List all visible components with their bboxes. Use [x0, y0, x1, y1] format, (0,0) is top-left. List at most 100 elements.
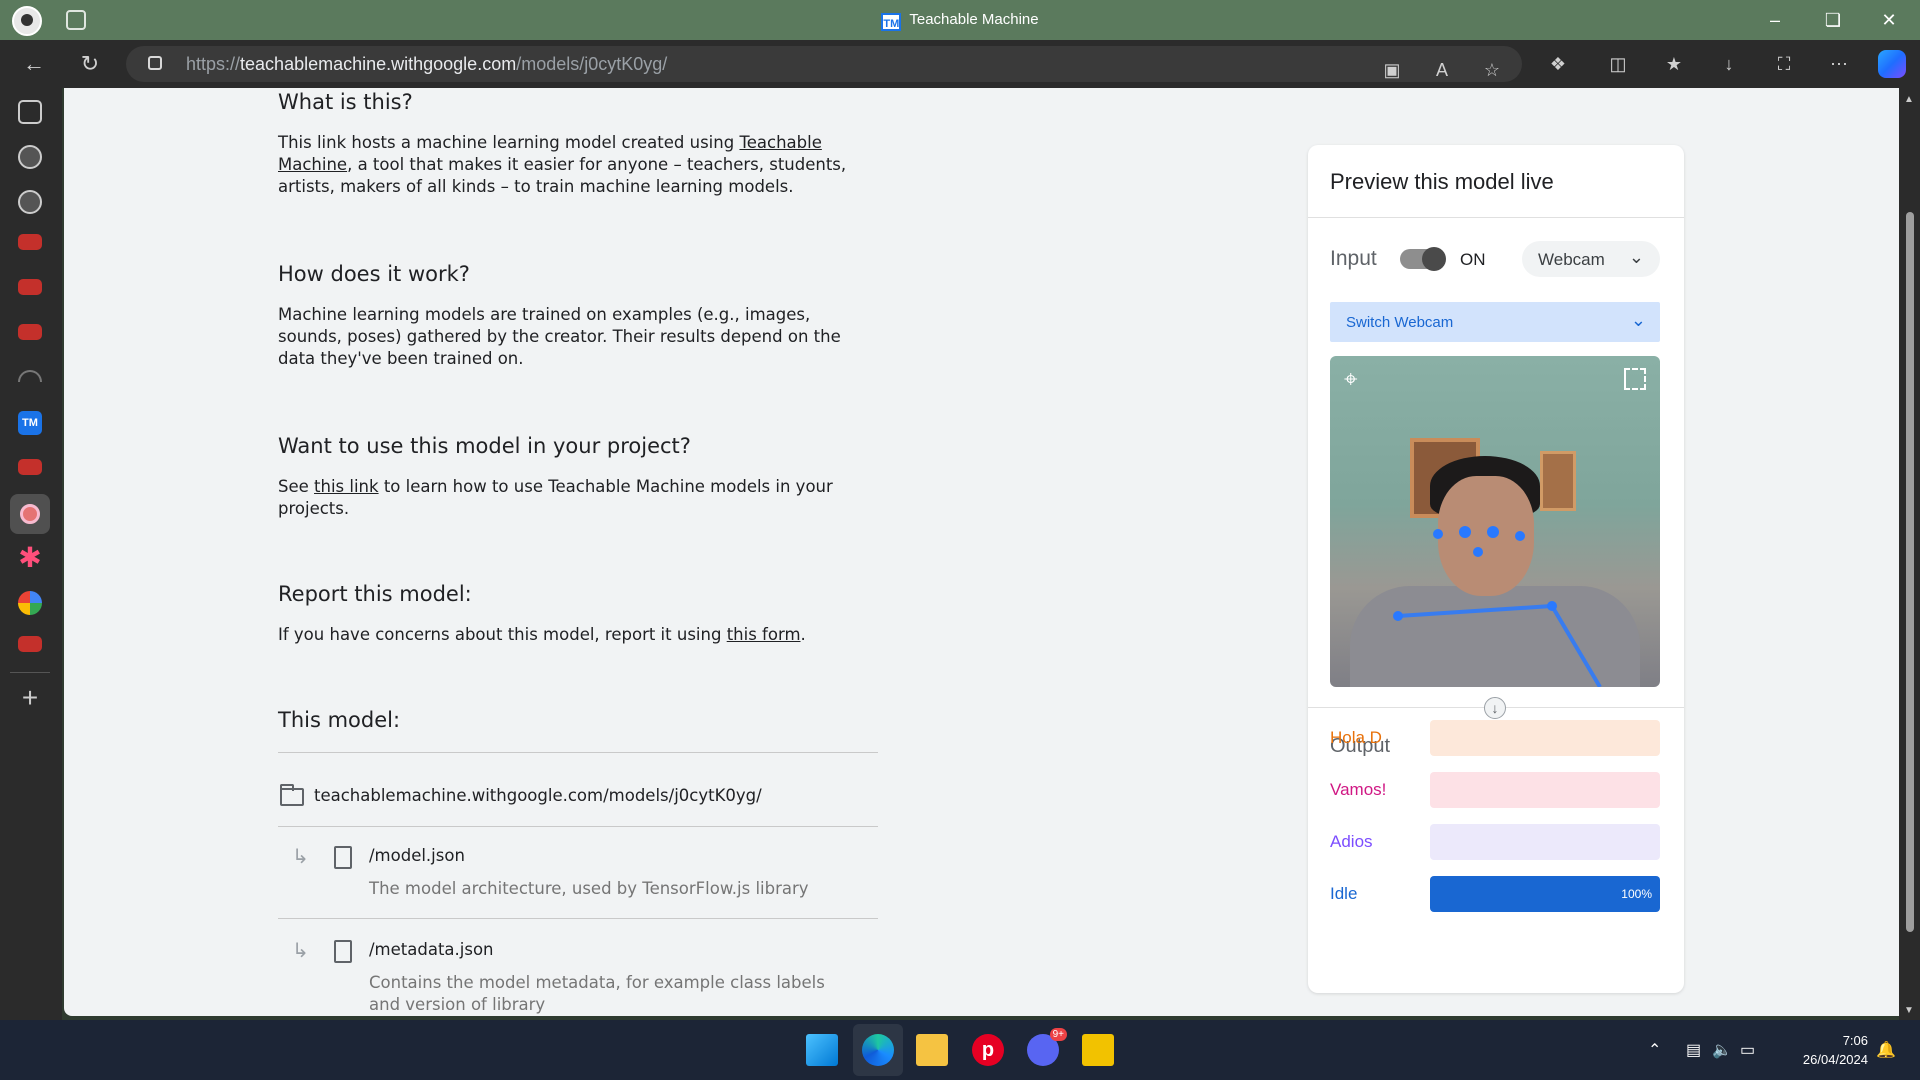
copilot-icon[interactable] [1878, 50, 1906, 78]
browser-toolbar: ← ↻ https://teachablemachine.withgoogle.… [0, 40, 1920, 88]
file-explorer-icon[interactable] [916, 1034, 948, 1066]
input-label: Input [1330, 247, 1377, 270]
app-icon[interactable] [1082, 1034, 1114, 1066]
class-label: Idle [1330, 884, 1358, 903]
report-form-link[interactable]: this form [727, 625, 801, 644]
scroll-up-arrow[interactable]: ▲ [1904, 94, 1914, 105]
class-label: Adios [1330, 832, 1373, 851]
model-url[interactable]: teachablemachine.withgoogle.com/models/j… [314, 786, 762, 805]
close-button[interactable]: ✕ [1866, 6, 1912, 34]
this-link[interactable]: this link [314, 477, 379, 496]
confidence-percent: 100% [1621, 887, 1652, 901]
system-clock[interactable]: 7:06 26/04/2024 [1803, 1031, 1868, 1069]
discord-icon[interactable]: 9+ [1027, 1028, 1067, 1066]
youtube-icon[interactable] [18, 279, 42, 295]
class-confidence-bar: 100% [1430, 876, 1660, 912]
back-icon[interactable]: ← [20, 50, 48, 78]
youtube-icon[interactable] [18, 234, 42, 250]
page-scrollbar[interactable]: ▲ ▼ [1899, 88, 1920, 1020]
file-description: The model architecture, used by TensorFl… [369, 879, 809, 898]
webcam-preview: ⌖ [1330, 356, 1660, 687]
window-title: TM Teachable Machine [0, 11, 1920, 31]
address-bar[interactable]: https://teachablemachine.withgoogle.com/… [126, 46, 1522, 82]
github-icon[interactable] [18, 190, 42, 214]
divider [278, 752, 878, 753]
window-title-text: Teachable Machine [909, 11, 1039, 28]
sidebar-divider [10, 672, 50, 673]
favorites-icon[interactable]: ★ [1662, 52, 1686, 76]
battery-icon[interactable]: ▭ [1740, 1040, 1755, 1060]
headphones-icon[interactable] [18, 370, 42, 382]
input-toggle[interactable] [1400, 247, 1446, 271]
google-icon[interactable] [18, 591, 42, 615]
notification-bell-icon[interactable]: 🔔 [1876, 1040, 1896, 1060]
extensions-icon[interactable]: ❖ [1546, 52, 1570, 76]
input-source-value: Webcam [1538, 250, 1605, 269]
minimize-button[interactable]: – [1752, 6, 1798, 34]
flip-icon[interactable] [1624, 368, 1646, 390]
restore-button[interactable]: ❏ [1810, 6, 1856, 34]
use-paragraph: See this link to learn how to use Teacha… [278, 477, 833, 518]
preview-title: Preview this model live [1330, 169, 1554, 194]
camera-icon[interactable]: ▣ [1380, 58, 1404, 82]
class-label: Hola D [1330, 728, 1382, 747]
screenshot-icon[interactable]: ⛶ [1772, 52, 1796, 76]
start-icon[interactable] [806, 1034, 838, 1066]
file-name[interactable]: /metadata.json [369, 940, 494, 959]
preview-card: Preview this model live Input ON Webcam ⌄… [1308, 145, 1684, 993]
web-page: What is this? This link hosts a machine … [64, 88, 1899, 1016]
sidebar-active-item[interactable] [10, 494, 50, 534]
divider [278, 918, 878, 919]
pose-overlay [1393, 526, 1602, 687]
input-source-select[interactable]: Webcam ⌄ [1522, 241, 1660, 277]
switch-webcam-label: Switch Webcam [1346, 314, 1454, 331]
volume-icon[interactable]: 🔈 [1712, 1040, 1732, 1060]
toggle-knob [1422, 247, 1446, 271]
file-name[interactable]: /model.json [369, 846, 465, 865]
file-icon [334, 846, 352, 869]
teachable-machine-icon[interactable]: TM [18, 411, 42, 435]
crop-icon[interactable]: ⌖ [1344, 366, 1358, 394]
folder-icon [280, 784, 304, 806]
class-confidence-bar [1430, 720, 1660, 756]
chevron-up-icon[interactable]: ⌃ [1648, 1040, 1661, 1060]
file-description: Contains the model metadata, for example… [369, 973, 825, 1014]
asterisk-icon[interactable]: ✱ [18, 544, 42, 572]
subdirectory-arrow-icon: ↳ [292, 938, 309, 962]
pinterest-icon[interactable]: p [972, 1034, 1004, 1066]
downloads-icon[interactable]: ↓ [1717, 52, 1741, 76]
collections-icon[interactable] [18, 100, 42, 124]
record-icon [20, 504, 40, 524]
use-heading: Want to use this model in your project? [278, 434, 691, 458]
arrow-down-icon[interactable]: ↓ [1484, 697, 1506, 719]
youtube-icon[interactable] [18, 324, 42, 340]
lock-icon[interactable] [148, 56, 162, 70]
clock-date: 26/04/2024 [1802, 1052, 1868, 1067]
report-paragraph: If you have concerns about this model, r… [278, 625, 806, 644]
edge-icon[interactable] [862, 1034, 894, 1066]
youtube-icon[interactable] [18, 459, 42, 475]
teachable-machine-favicon: TM [881, 13, 902, 31]
toggle-state-label: ON [1460, 250, 1486, 269]
refresh-icon[interactable]: ↻ [76, 50, 104, 78]
read-aloud-icon[interactable]: A [1430, 58, 1454, 82]
scrollbar-thumb[interactable] [1906, 212, 1914, 932]
github-icon[interactable] [18, 145, 42, 169]
divider [278, 826, 878, 827]
scroll-down-arrow[interactable]: ▼ [1904, 1005, 1914, 1016]
chevron-down-icon: ⌄ [1628, 247, 1644, 267]
network-icon[interactable]: ▤ [1686, 1040, 1701, 1060]
favorite-star-icon[interactable]: ☆ [1480, 58, 1504, 82]
what-paragraph: This link hosts a machine learning model… [278, 133, 847, 196]
switch-webcam-select[interactable]: Switch Webcam ⌄ [1330, 302, 1660, 342]
youtube-icon[interactable] [18, 636, 42, 652]
url-text[interactable]: https://teachablemachine.withgoogle.com/… [186, 54, 667, 75]
clock-time: 7:06 [1842, 1033, 1868, 1048]
add-icon[interactable]: + [18, 684, 42, 712]
notification-badge: 9+ [1049, 1028, 1067, 1041]
report-heading: Report this model: [278, 582, 472, 606]
divider [1308, 217, 1684, 218]
split-screen-icon[interactable]: ◫ [1606, 52, 1630, 76]
chevron-down-icon: ⌄ [1630, 310, 1646, 330]
more-options-icon[interactable]: ⋯ [1827, 52, 1851, 76]
